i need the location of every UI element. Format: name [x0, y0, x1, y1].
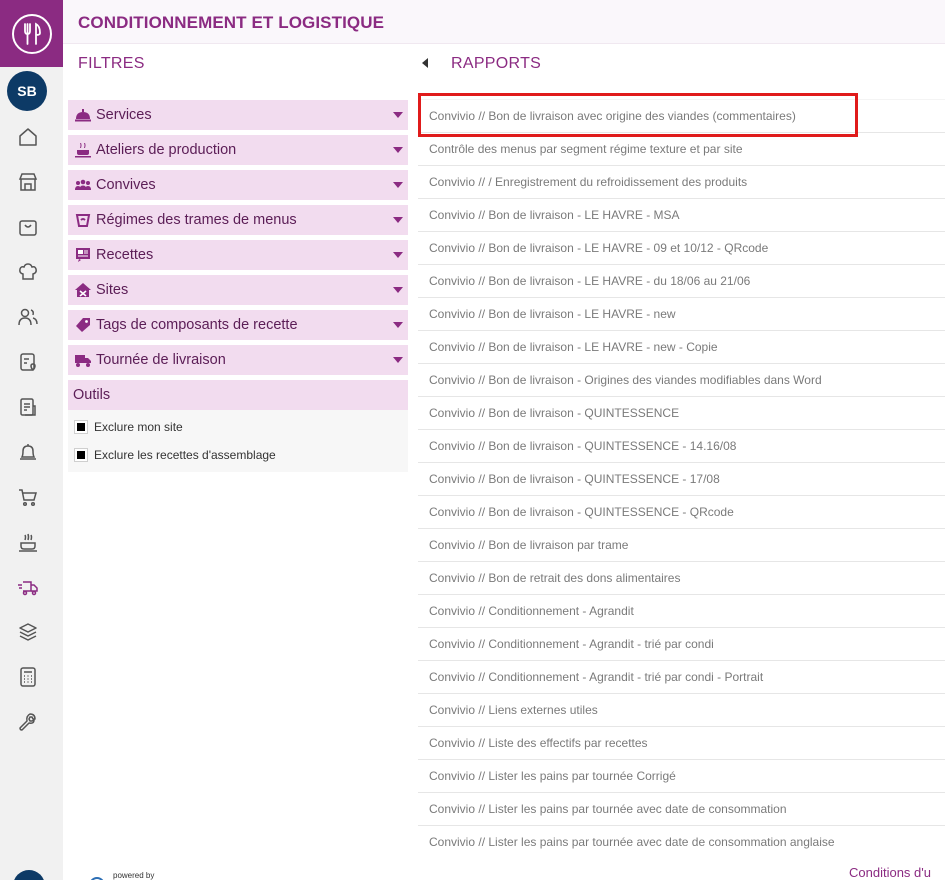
report-item[interactable]: Convivio // / Enregistrement du refroidi…: [418, 165, 945, 198]
service-cloche-icon: [73, 106, 93, 124]
report-item[interactable]: Convivio // Conditionnement - Agrandit: [418, 594, 945, 627]
filters-panel: Services Ateliers de production Convives…: [68, 100, 408, 472]
bag-icon[interactable]: [15, 214, 41, 240]
filter-label: Tournée de livraison: [96, 352, 226, 368]
report-item[interactable]: Convivio // Conditionnement - Agrandit -…: [418, 660, 945, 693]
report-item[interactable]: Convivio // Lister les pains par tournée…: [418, 825, 945, 858]
tag-icon: [73, 316, 93, 334]
report-item[interactable]: Convivio // Bon de livraison - LE HAVRE …: [418, 297, 945, 330]
filter-tags-de-composants-de-recette[interactable]: Tags de composants de recette: [68, 310, 408, 340]
filter-recettes[interactable]: Recettes: [68, 240, 408, 270]
page-header: CONDITIONNEMENT ET LOGISTIQUE: [63, 0, 945, 44]
people-group-icon: [73, 176, 93, 194]
filters-heading: FILTRES: [78, 55, 145, 72]
exclude-assembly-recipes-option[interactable]: Exclure les recettes d'assemblage: [68, 441, 408, 469]
report-item[interactable]: Convivio // Bon de livraison - LE HAVRE …: [418, 231, 945, 264]
recipe-icon: [73, 246, 93, 264]
report-item[interactable]: Convivio // Bon de livraison - QUINTESSE…: [418, 429, 945, 462]
wrench-icon[interactable]: [15, 709, 41, 735]
filter-label: Services: [96, 107, 152, 123]
cart-icon[interactable]: [15, 484, 41, 510]
report-item[interactable]: Convivio // Liens externes utiles: [418, 693, 945, 726]
chevron-down-icon: [393, 287, 403, 293]
report-item[interactable]: Convivio // Bon de livraison avec origin…: [418, 99, 945, 132]
report-item[interactable]: Convivio // Bon de livraison - QUINTESSE…: [418, 495, 945, 528]
collapse-filters-icon[interactable]: [422, 58, 428, 68]
filter-label: Convives: [96, 177, 156, 193]
menu-card-icon[interactable]: [15, 349, 41, 375]
chevron-down-icon: [393, 217, 403, 223]
filter-tournee-de-livraison[interactable]: Tournée de livraison: [68, 345, 408, 375]
app-logo[interactable]: [0, 0, 63, 67]
icon-rail: SB: [0, 0, 63, 880]
report-item[interactable]: Convivio // Bon de livraison - QUINTESSE…: [418, 396, 945, 429]
user-avatar[interactable]: SB: [7, 71, 47, 111]
report-item[interactable]: Convivio // Bon de livraison par trame: [418, 528, 945, 561]
report-item[interactable]: Convivio // Bon de livraison - LE HAVRE …: [418, 330, 945, 363]
chevron-down-icon: [393, 182, 403, 188]
layers-icon[interactable]: [15, 619, 41, 645]
calculator-icon[interactable]: [15, 664, 41, 690]
chevron-down-icon: [393, 357, 403, 363]
report-item[interactable]: Convivio // Bon de livraison - LE HAVRE …: [418, 264, 945, 297]
report-item[interactable]: Convivio // Lister les pains par tournée…: [418, 759, 945, 792]
site-house-icon: [73, 281, 93, 299]
option-label: Exclure les recettes d'assemblage: [94, 448, 276, 462]
cutlery-icon: [11, 13, 52, 54]
filter-label: Recettes: [96, 247, 154, 263]
chevron-down-icon: [393, 147, 403, 153]
cooking-pot-icon[interactable]: [15, 529, 41, 555]
store-icon[interactable]: [15, 169, 41, 195]
filter-sites[interactable]: Sites: [68, 275, 408, 305]
report-item[interactable]: Contrôle des menus par segment régime te…: [418, 132, 945, 165]
exclude-assembly-recipes-checkbox[interactable]: [74, 448, 88, 462]
filter-ateliers-de-production[interactable]: Ateliers de production: [68, 135, 408, 165]
option-label: Exclure mon site: [94, 420, 183, 434]
exclude-my-site-checkbox[interactable]: [74, 420, 88, 434]
report-item[interactable]: Convivio // Liste des effectifs par rece…: [418, 726, 945, 759]
home-icon[interactable]: [15, 124, 41, 150]
chevron-down-icon: [393, 252, 403, 258]
filter-regimes-des-trames-de-menus[interactable]: Régimes des trames de menus: [68, 205, 408, 235]
reports-list: Convivio // Bon de livraison avec origin…: [418, 99, 945, 858]
filter-services[interactable]: Services: [68, 100, 408, 130]
document-icon[interactable]: [15, 394, 41, 420]
delivery-truck-icon: [73, 351, 93, 369]
help-icon[interactable]: [13, 870, 45, 880]
report-item[interactable]: Convivio // Bon de livraison - Origines …: [418, 363, 945, 396]
exclude-my-site-option[interactable]: Exclure mon site: [68, 413, 408, 441]
filter-convives[interactable]: Convives: [68, 170, 408, 200]
tools-heading: Outils: [68, 380, 408, 410]
report-item[interactable]: Convivio // Bon de livraison - QUINTESSE…: [418, 462, 945, 495]
filter-label: Tags de composants de recette: [96, 317, 298, 333]
chevron-down-icon: [393, 112, 403, 118]
chef-hat-icon[interactable]: [15, 259, 41, 285]
powered-by-text: powered by: [113, 871, 155, 880]
chevron-down-icon: [393, 322, 403, 328]
cooking-pot-icon: [73, 141, 93, 159]
filter-label: Sites: [96, 282, 129, 298]
report-item[interactable]: Convivio // Bon de retrait des dons alim…: [418, 561, 945, 594]
page-title: CONDITIONNEMENT ET LOGISTIQUE: [78, 13, 385, 32]
delivery-truck-icon[interactable]: [15, 574, 41, 600]
users-icon[interactable]: [15, 304, 41, 330]
filter-label: Ateliers de production: [96, 142, 237, 158]
filter-label: Régimes des trames de menus: [96, 212, 297, 228]
report-item[interactable]: Convivio // Conditionnement - Agrandit -…: [418, 627, 945, 660]
tools-panel: Exclure mon site Exclure les recettes d'…: [68, 410, 408, 472]
bell-icon[interactable]: [15, 439, 41, 465]
report-item[interactable]: Convivio // Bon de livraison - LE HAVRE …: [418, 198, 945, 231]
reports-heading: RAPPORTS: [451, 55, 542, 72]
report-item[interactable]: Convivio // Lister les pains par tournée…: [418, 792, 945, 825]
conditions-link[interactable]: Conditions d'u: [849, 865, 931, 880]
diet-icon: [73, 211, 93, 229]
